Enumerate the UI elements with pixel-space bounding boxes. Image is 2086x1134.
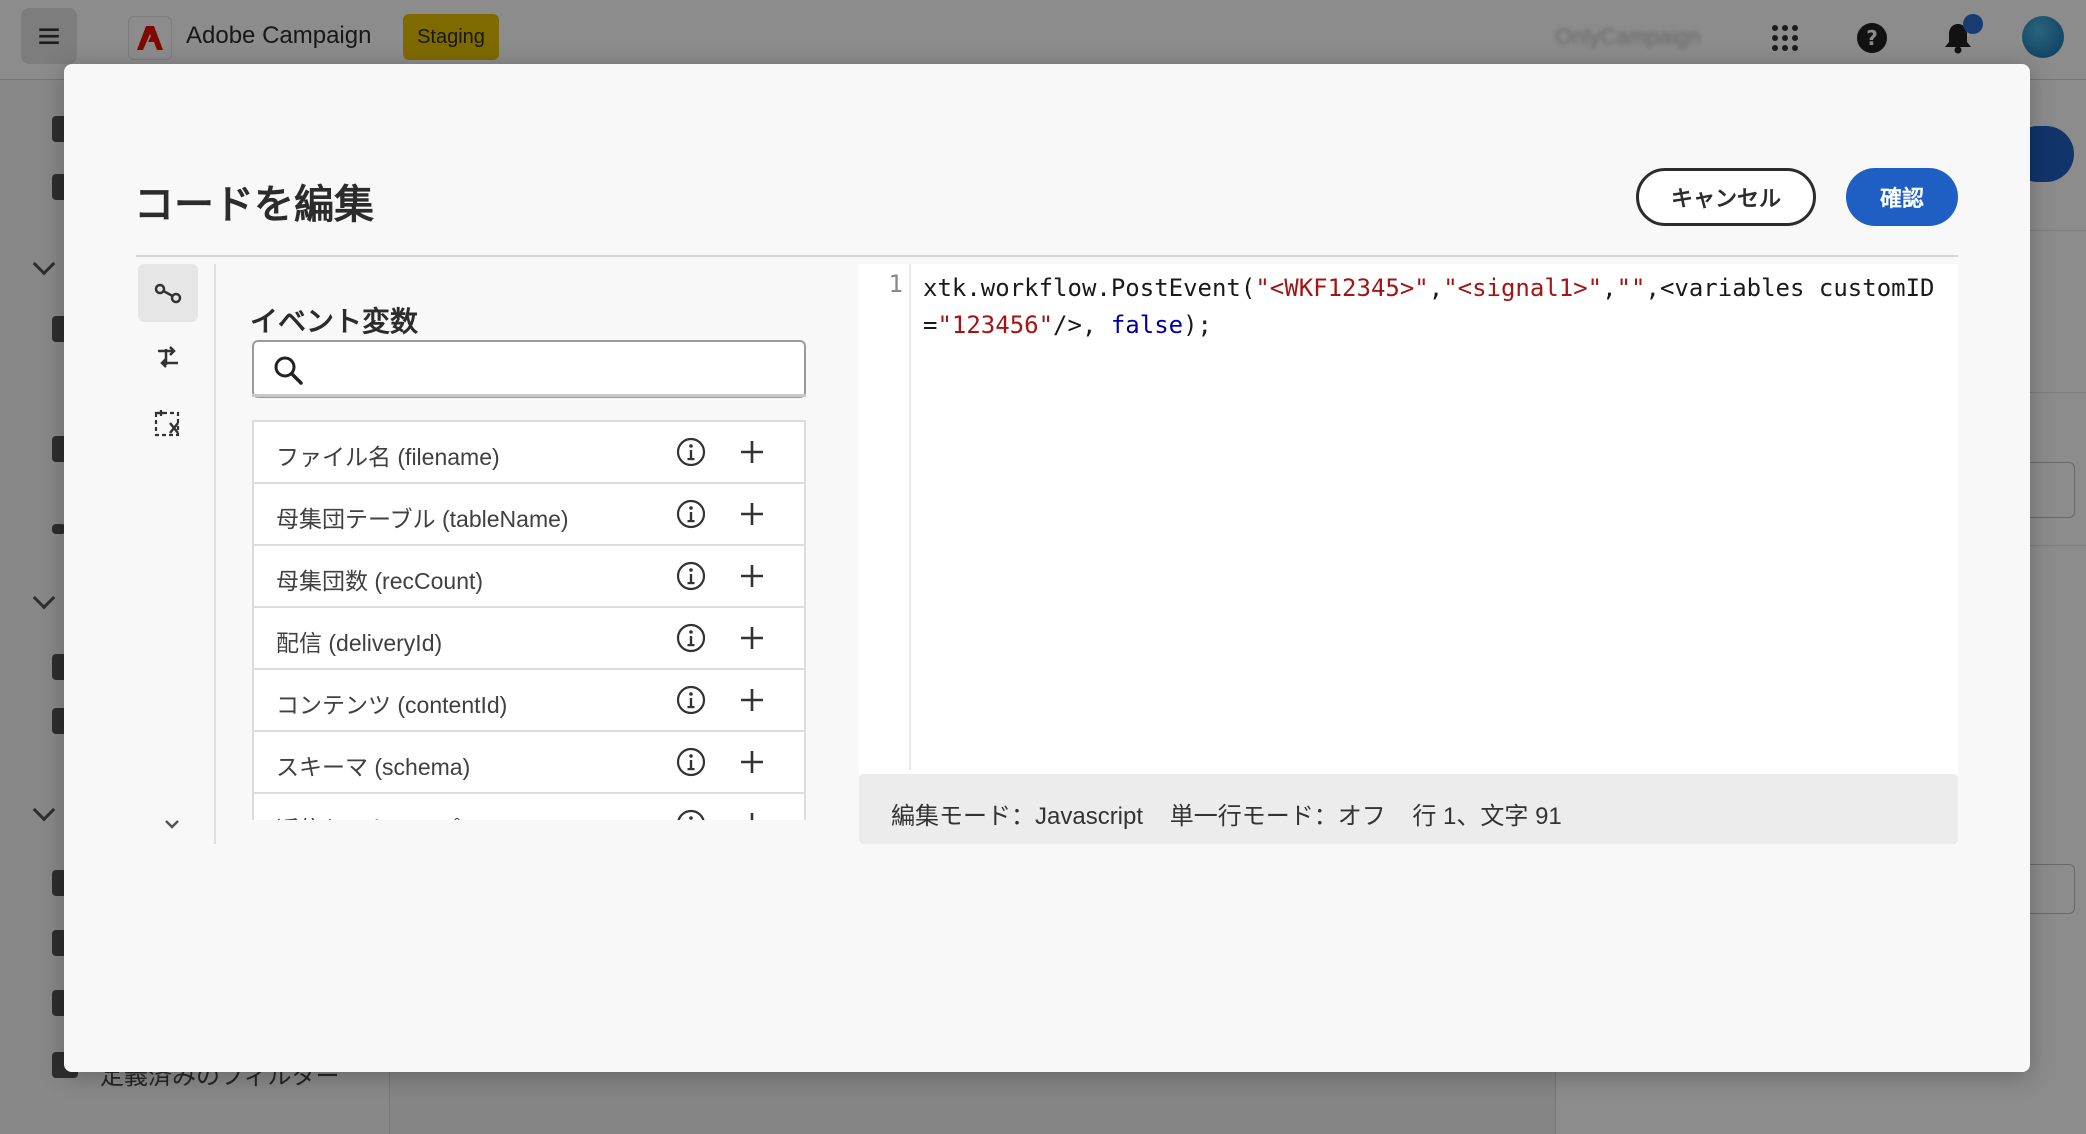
event-variables-tab[interactable] — [138, 264, 198, 322]
panel-heading: イベント変数 — [250, 305, 419, 338]
info-icon[interactable] — [675, 436, 707, 468]
status-single-line-mode: 単一行モード：オフ — [1169, 803, 1386, 830]
code-string-token: "<WKF12345>" — [1255, 274, 1429, 302]
branch-arrows-icon — [158, 346, 178, 368]
add-icon[interactable] — [736, 436, 768, 468]
info-icon[interactable] — [675, 746, 707, 778]
variable-list-item[interactable]: 配信 (deliveryId) — [252, 608, 806, 670]
variable-label: 母集団数 (recCount) — [276, 568, 484, 594]
add-icon[interactable] — [736, 684, 768, 716]
status-cursor-position: 行 1、文字 91 — [1412, 803, 1562, 830]
info-icon[interactable] — [675, 684, 707, 716]
code-token: , — [1602, 274, 1617, 302]
line-gutter: 1 — [859, 264, 911, 770]
variable-label: スキーマ (schema) — [276, 754, 471, 780]
code-text[interactable]: xtk.workflow.PostEvent("<WKF12345>","<si… — [923, 270, 1943, 344]
search-input[interactable] — [316, 350, 796, 390]
code-token: xtk.workflow.PostEvent( — [923, 274, 1256, 302]
code-string-token: "<signal1>" — [1443, 274, 1603, 302]
dialog-footer — [64, 844, 2030, 1072]
variable-list-item[interactable]: 母集団数 (recCount) — [252, 546, 806, 608]
edit-code-dialog: コードを編集 キャンセル 確認 イベント変数 ファイル名 (filename) … — [64, 64, 2030, 1072]
variable-label: コンテンツ (contentId) — [276, 692, 508, 718]
line-number: 1 — [888, 270, 903, 298]
search-icon — [274, 356, 303, 385]
code-string-token: "123456" — [937, 311, 1054, 339]
add-icon[interactable] — [736, 746, 768, 778]
editor-status-bar: 編集モード：Javascript 単一行モード：オフ 行 1、文字 91 — [859, 774, 1958, 844]
variable-list-item[interactable]: コンテンツ (contentId) — [252, 670, 806, 732]
info-icon[interactable] — [675, 560, 707, 592]
add-icon[interactable] — [736, 622, 768, 654]
functions-tab[interactable] — [138, 394, 198, 452]
status-edit-mode: 編集モード：Javascript — [891, 803, 1144, 830]
code-token: ); — [1183, 311, 1212, 339]
cancel-button[interactable]: キャンセル — [1636, 168, 1816, 226]
header-divider — [136, 255, 1958, 257]
code-keyword-token: false — [1110, 311, 1184, 339]
code-string-token: "" — [1616, 274, 1646, 302]
add-icon[interactable] — [736, 808, 768, 820]
code-token: />, — [1053, 311, 1111, 339]
workflow-tab[interactable] — [138, 328, 198, 386]
confirm-button[interactable]: 確認 — [1846, 168, 1958, 226]
variable-label: 返信セットアップ (…) — [276, 810, 505, 820]
add-icon[interactable] — [736, 560, 768, 592]
variable-label: 配信 (deliveryId) — [276, 630, 443, 656]
variable-search[interactable] — [252, 340, 806, 398]
variable-list-item[interactable]: ファイル名 (filename) — [252, 422, 806, 484]
dialog-title: コードを編集 — [134, 182, 374, 228]
variable-label: ファイル名 (filename) — [276, 444, 500, 470]
variable-list-item[interactable]: スキーマ (schema) — [252, 732, 806, 794]
variable-label: 母集団テーブル (tableName) — [276, 506, 569, 532]
info-icon[interactable] — [675, 498, 707, 530]
add-icon[interactable] — [736, 498, 768, 530]
info-icon[interactable] — [675, 622, 707, 654]
connection-icon — [154, 283, 182, 304]
code-token: , — [1428, 274, 1444, 302]
collapse-chevron-icon[interactable] — [164, 816, 180, 832]
function-select-icon — [154, 410, 180, 437]
variable-list-item[interactable]: 母集団テーブル (tableName) — [252, 484, 806, 546]
info-icon[interactable] — [675, 808, 707, 820]
variable-list-item[interactable]: 返信セットアップ (…) — [252, 794, 806, 820]
variable-list: ファイル名 (filename) 母集団テーブル (tableName) 母集団数 … — [252, 420, 806, 820]
search-divider — [252, 394, 806, 397]
